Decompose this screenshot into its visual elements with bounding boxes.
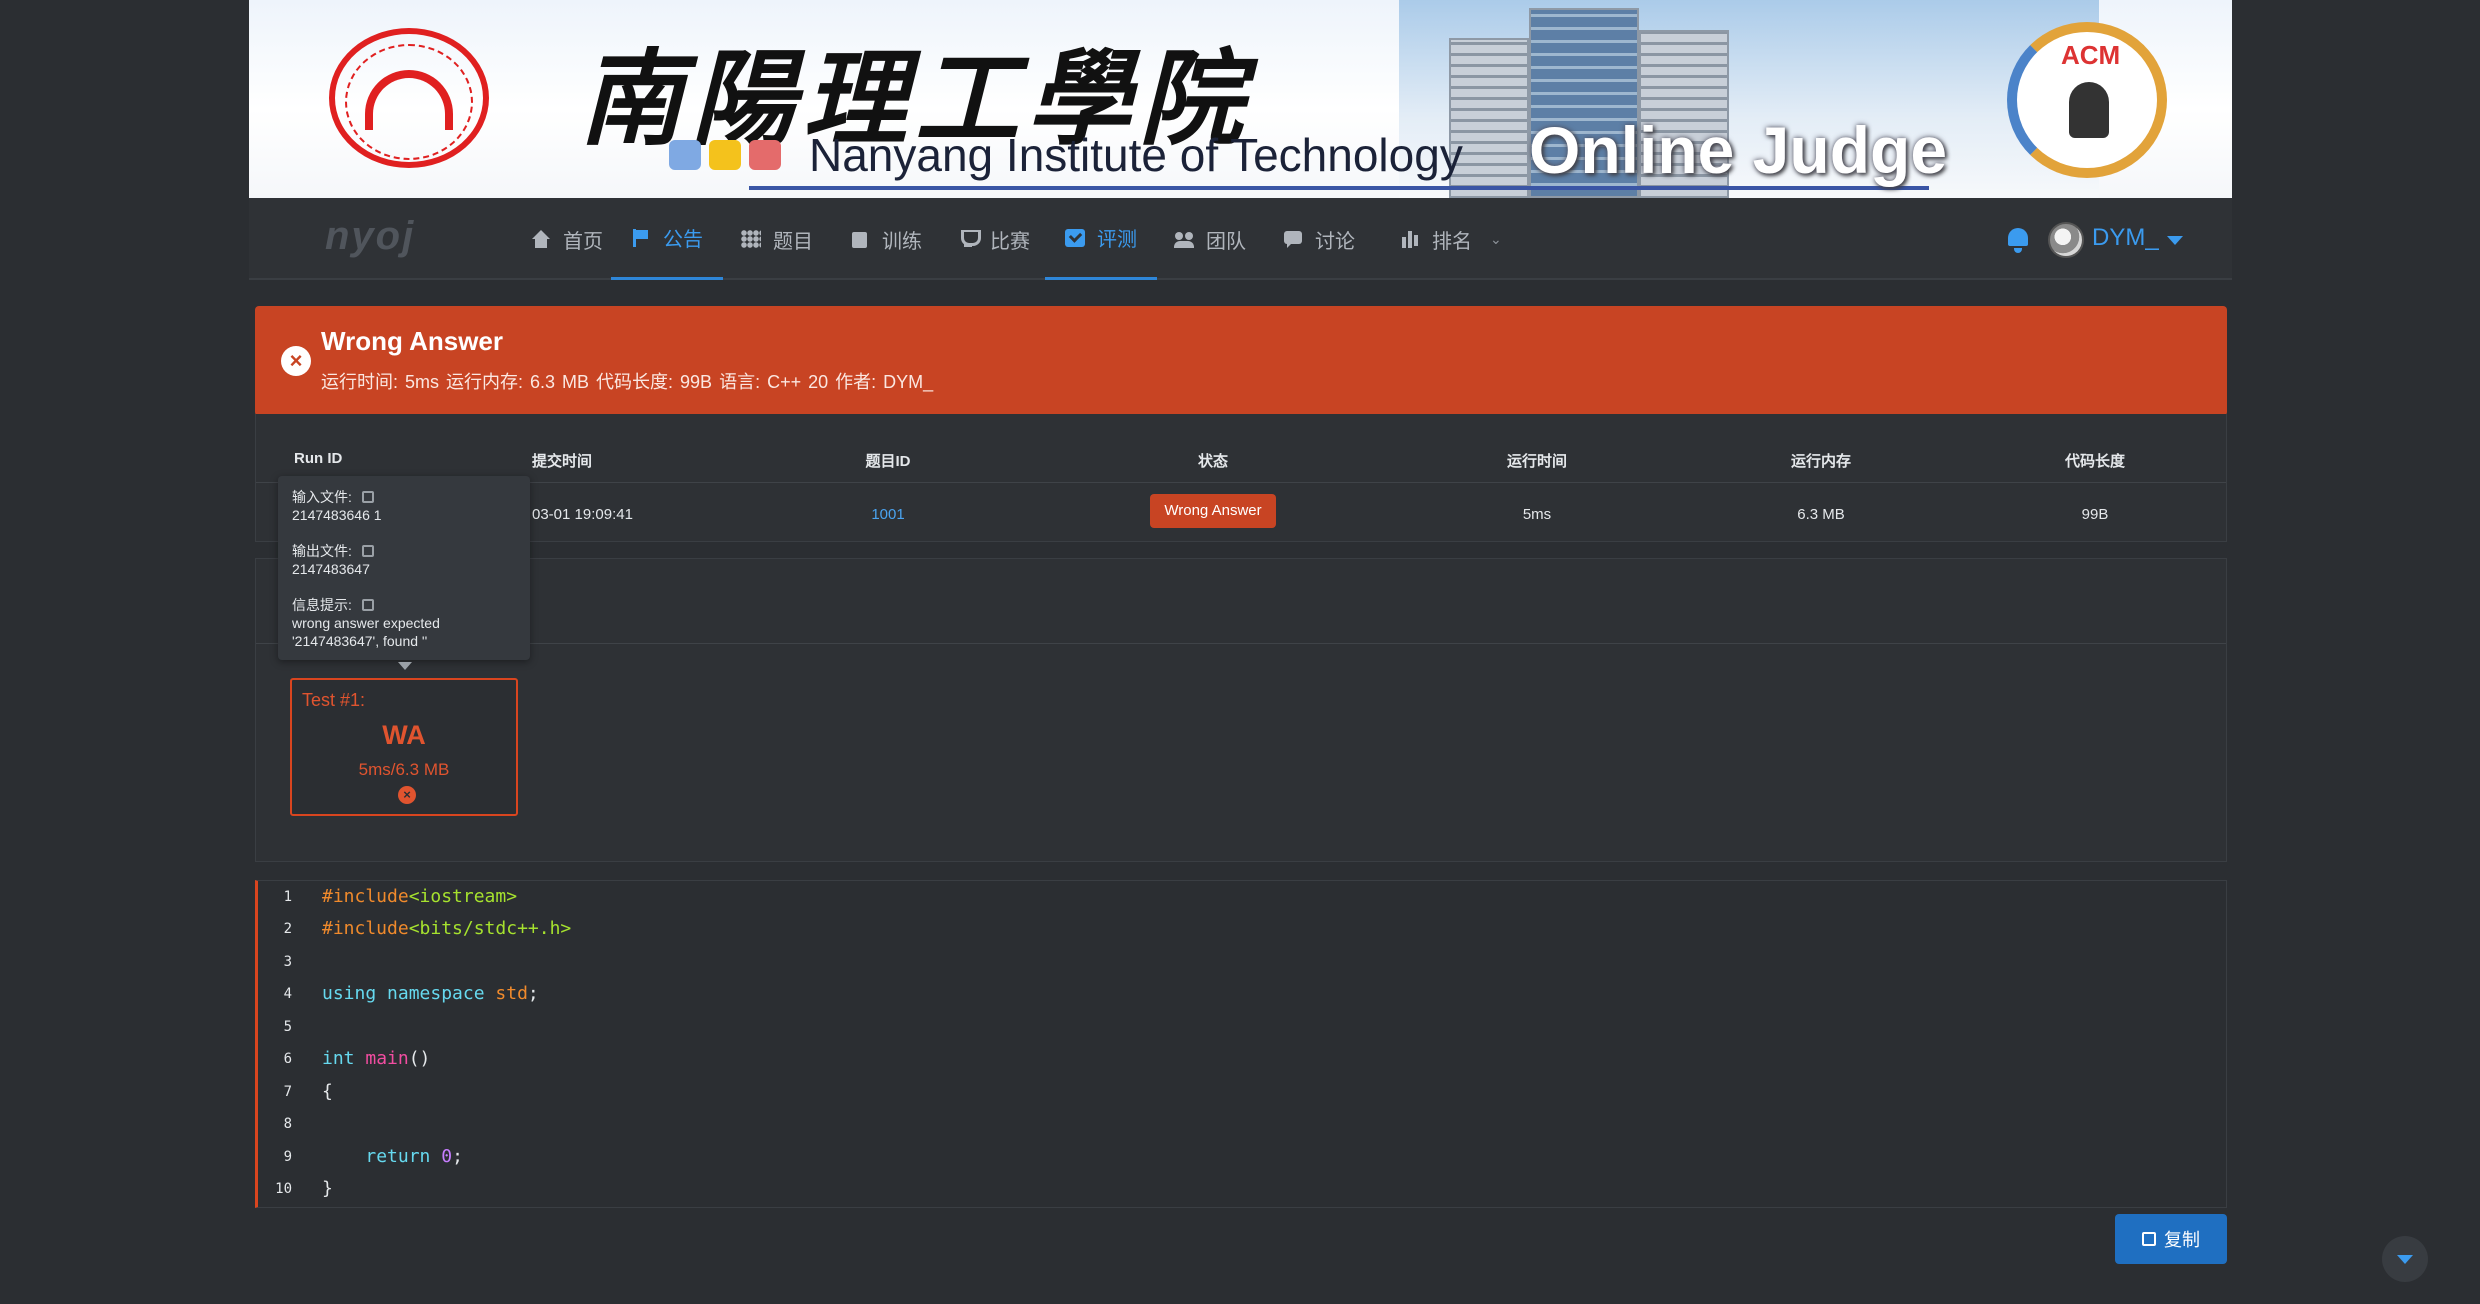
source-code-block[interactable]: 1 #include<iostream> 2 #include<bits/std… (255, 880, 2227, 1208)
header-problem-id: 题目ID (865, 453, 911, 470)
avatar[interactable] (2048, 222, 2084, 258)
code-line: 9 return 0; (283, 1146, 463, 1167)
username[interactable]: DYM_ (2092, 224, 2159, 252)
deco-icon (709, 140, 741, 170)
acm-logo: ACM (2007, 22, 2167, 178)
users-icon (1174, 230, 1194, 248)
nav-problems[interactable]: 题目 (721, 198, 833, 280)
code-line: 10 } (275, 1178, 333, 1199)
result-title: Wrong Answer (321, 326, 504, 356)
cell-memory: 6.3 MB (1797, 506, 1845, 523)
tooltip-caret (398, 662, 412, 670)
bell-icon[interactable] (2005, 226, 2031, 254)
nav-contests[interactable]: 比赛 (938, 198, 1050, 280)
info-value: wrong answer expected '2147483647', foun… (292, 615, 440, 649)
submission-table: Run ID 提交时间 题目ID 状态 运行时间 运行内存 代码长度 03-01… (255, 414, 2227, 542)
site-banner: 南陽理工學院 Nanyang Institute of Technology O… (249, 0, 2232, 198)
test-case-stats: 5ms/6.3 MB (358, 760, 450, 779)
test-detail-tooltip: 输入文件: 2147483646 1 输出文件: 2147483647 信息提示… (278, 476, 530, 660)
header-run-time: 运行时间 (1506, 453, 1568, 470)
oj-title: Online Judge (1529, 113, 1948, 187)
status-badge[interactable]: Wrong Answer (1150, 494, 1276, 528)
header-memory: 运行内存 (1790, 453, 1852, 470)
check-square-icon (1065, 228, 1085, 247)
nav-ranking[interactable]: 排名 ⌄ (1380, 198, 1522, 280)
top-navbar: nyoj 首页 公告 题目 训练 比赛 评测 团队 讨论 排名 ⌄ DYM_ (249, 198, 2232, 280)
nav-home[interactable]: 首页 (511, 198, 623, 280)
nav-discussion[interactable]: 讨论 (1263, 198, 1375, 280)
panel-divider (256, 643, 2226, 644)
cell-run-time: 5ms (1522, 506, 1552, 523)
nav-teams[interactable]: 团队 (1154, 198, 1266, 280)
brand-logo[interactable]: nyoj (325, 214, 415, 259)
deco-icon (749, 140, 781, 170)
institution-name: Nanyang Institute of Technology (809, 129, 1463, 181)
clipboard-icon (850, 230, 870, 248)
result-alert: × Wrong Answer 运行时间: 5ms 运行内存: 6.3 MB 代码… (255, 306, 2227, 416)
output-file-value: 2147483647 (292, 561, 370, 577)
close-circle-icon: × (281, 346, 311, 376)
code-line: 3 (283, 954, 292, 970)
code-line: 2 #include<bits/stdc++.h> (283, 918, 572, 939)
scroll-down-button[interactable] (2382, 1236, 2428, 1282)
bar-chart-icon (1400, 230, 1420, 248)
flag-icon (631, 228, 651, 247)
output-file-label: 输出文件: (292, 543, 352, 559)
copy-icon[interactable] (361, 545, 374, 557)
code-line: 7 { (283, 1081, 333, 1102)
header-status: 状态 (1197, 453, 1229, 470)
school-logo (329, 28, 489, 168)
copy-button[interactable]: 复制 (2115, 1214, 2227, 1264)
table-divider (256, 482, 2226, 483)
trophy-icon (958, 230, 981, 248)
header-submit-time: 提交时间 (532, 453, 593, 470)
header-code-length: 代码长度 (2064, 453, 2126, 470)
test-case-name: Test #1: (302, 690, 366, 710)
test-cases-panel (255, 558, 2227, 862)
result-meta: 运行时间: 5ms 运行内存: 6.3 MB 代码长度: 99B 语言: C++… (321, 372, 934, 392)
cell-submit-time: 03-01 19:09:41 (532, 506, 633, 523)
info-label: 信息提示: (292, 597, 352, 613)
code-line: 4 using namespace std; (283, 983, 539, 1004)
chat-icon (1283, 230, 1303, 248)
code-line: 8 (283, 1116, 292, 1132)
grid-icon (741, 230, 761, 248)
chevron-down-icon: ⌄ (1490, 230, 1502, 247)
home-icon (531, 230, 551, 248)
copy-icon (2142, 1232, 2156, 1246)
chat-deco-icon (669, 140, 701, 170)
cell-problem-id-link[interactable]: 1001 (871, 506, 904, 523)
copy-icon[interactable] (361, 491, 374, 503)
code-line: 6 int main() (283, 1048, 431, 1069)
input-file-value: 2147483646 1 (292, 507, 382, 523)
code-line: 1 #include<iostream> (283, 886, 518, 907)
copy-icon[interactable] (361, 599, 374, 611)
code-line: 5 (283, 1019, 292, 1035)
error-icon: × (398, 786, 416, 804)
nav-status[interactable]: 评测 (1045, 198, 1157, 280)
input-file-label: 输入文件: (292, 489, 352, 505)
cell-code-length: 99B (2081, 506, 2109, 523)
header-run-id: Run ID (294, 450, 343, 467)
nav-training[interactable]: 训练 (830, 198, 942, 280)
nav-announcements[interactable]: 公告 (611, 198, 723, 280)
caret-down-icon[interactable] (2167, 236, 2183, 245)
test-case-card[interactable]: Test #1: WA 5ms/6.3 MB × (290, 678, 518, 816)
test-case-result: WA (382, 720, 426, 750)
